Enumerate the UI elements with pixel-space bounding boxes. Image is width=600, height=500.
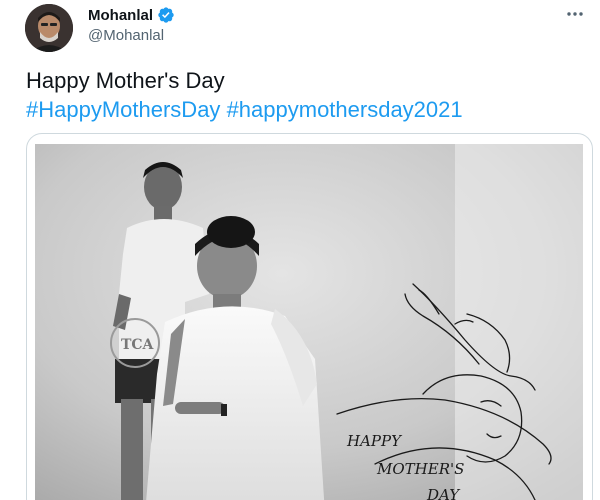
hashtag-link[interactable]: #HappyMothersDay (26, 97, 220, 122)
name-row: Mohanlal (88, 5, 175, 25)
profile-photo (25, 4, 73, 52)
tweet-photo[interactable]: TCA HAPPY MOTHER'S DAY (35, 144, 583, 500)
avatar[interactable] (25, 4, 73, 52)
tweet-text: Happy Mother's Day #HappyMothersDay #hap… (26, 66, 463, 124)
more-options-button[interactable] (564, 6, 586, 22)
display-name[interactable]: Mohanlal (88, 7, 153, 24)
tweet-card: Mohanlal @Mohanlal Happy Mother's Day #H… (0, 0, 600, 500)
media-card[interactable]: TCA HAPPY MOTHER'S DAY (26, 133, 593, 500)
tweet-message: Happy Mother's Day (26, 68, 225, 93)
sketch-caption-line: MOTHER'S (376, 460, 464, 478)
photo-stamp: TCA (121, 337, 155, 353)
sketch-caption-line: HAPPY (346, 432, 403, 450)
hashtag-link[interactable]: #happymothersday2021 (227, 97, 463, 122)
more-horizontal-icon (567, 12, 583, 16)
verified-badge-icon (158, 7, 174, 23)
sketch-caption-line: DAY (426, 486, 461, 500)
mothers-day-photo: TCA HAPPY MOTHER'S DAY (35, 144, 583, 500)
user-info: Mohanlal @Mohanlal (88, 5, 175, 44)
user-handle[interactable]: @Mohanlal (88, 27, 175, 44)
hashtag-row: #HappyMothersDay #happymothersday2021 (26, 95, 463, 124)
